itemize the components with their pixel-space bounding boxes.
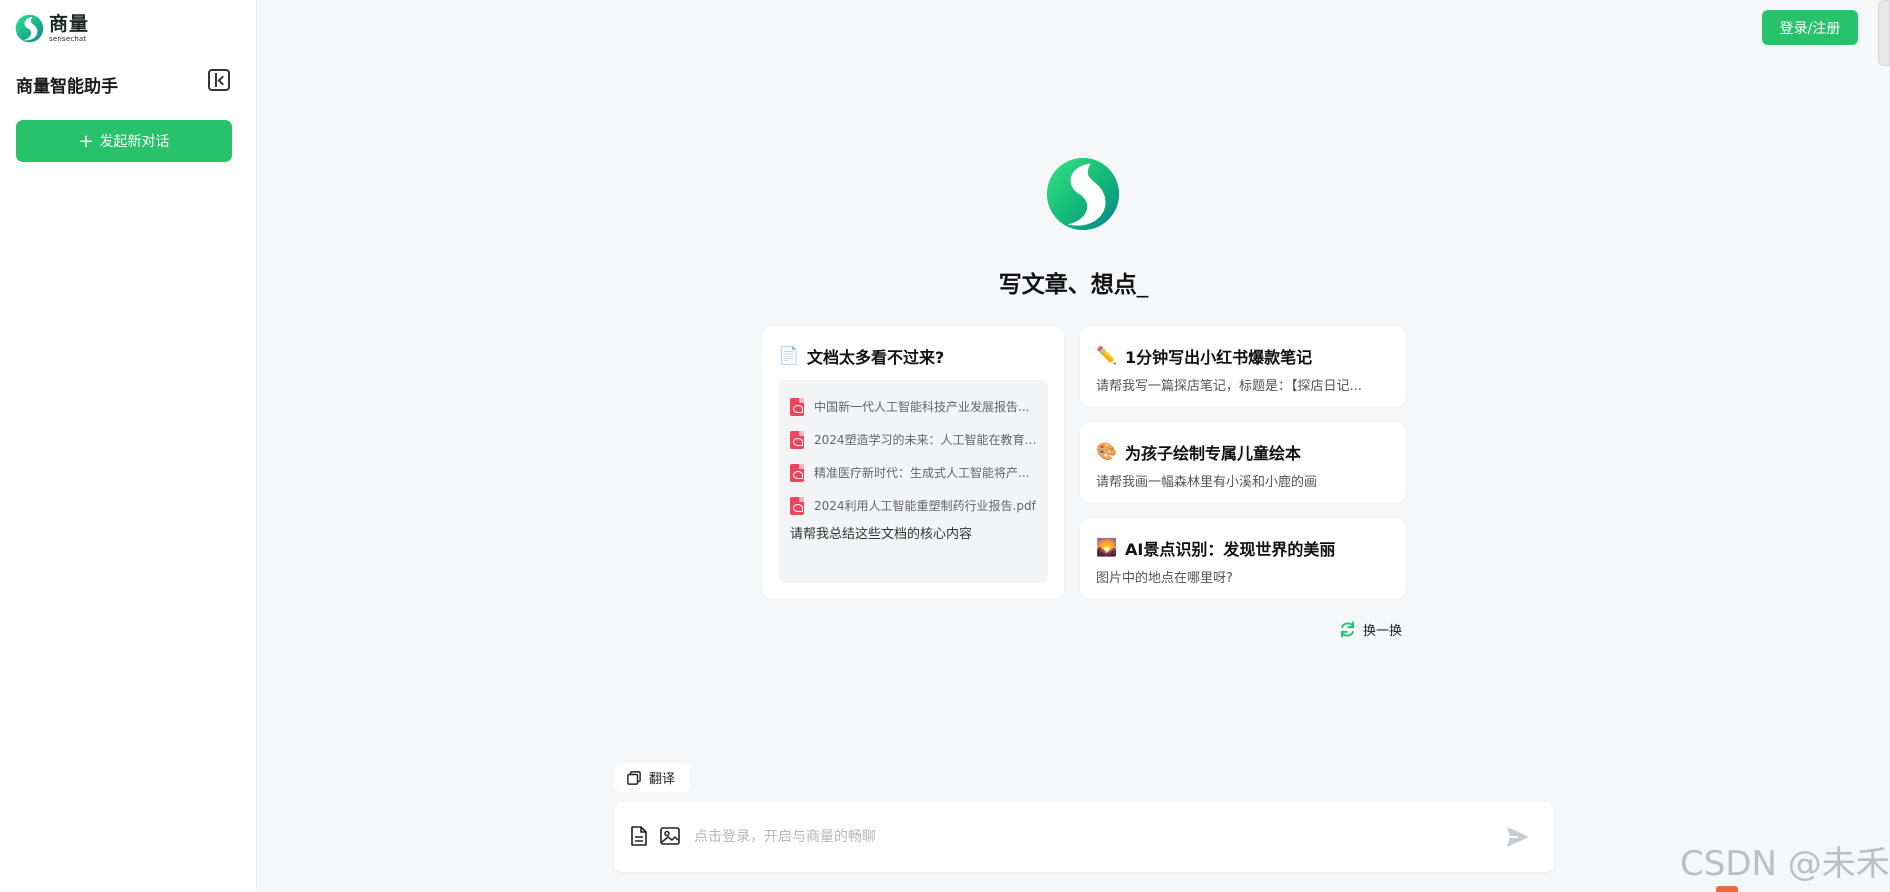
sidebar-title: 商量智能助手 <box>16 77 118 97</box>
translate-label: 翻译 <box>649 772 676 787</box>
doc-file-name: 中国新一代人工智能科技产业发展报告... <box>814 400 1030 414</box>
card-title-text: 1分钟写出小红书爆款笔记 <box>1125 348 1313 367</box>
typing-caret: _ <box>1136 272 1149 298</box>
document-icon: 📄 <box>778 346 800 366</box>
brand-subtitle: sensechat <box>49 34 87 43</box>
doc-list-box: 中国新一代人工智能科技产业发展报告... 2024塑造学习的未来：人工智能在教育… <box>778 380 1048 583</box>
new-chat-button[interactable]: + 发起新对话 <box>16 120 232 162</box>
chat-input-bar <box>614 802 1554 872</box>
sidebar: 商量 sensechat 商量智能助手 + 发起新对话 <box>0 0 257 892</box>
plus-icon: + <box>78 130 94 152</box>
refresh-suggestions-button[interactable]: 换一换 <box>1338 620 1402 639</box>
chat-input[interactable] <box>694 822 1494 852</box>
card-description: 图片中的地点在哪里呀? <box>1096 571 1233 586</box>
hero-title: 写文章、想点_ <box>0 265 1890 299</box>
collapse-sidebar-icon[interactable] <box>208 69 230 91</box>
docs-card-title: 文档太多看不过来? <box>807 348 945 367</box>
pdf-file-icon <box>790 463 804 482</box>
doc-item[interactable]: 2024利用人工智能重塑制药行业报告.pdf <box>790 489 1040 522</box>
palette-icon: 🎨 <box>1096 442 1118 462</box>
sensechat-hero-logo-icon <box>1046 157 1120 231</box>
card-title-text: 为孩子绘制专属儿童绘本 <box>1125 444 1302 463</box>
doc-list: 中国新一代人工智能科技产业发展报告... 2024塑造学习的未来：人工智能在教育… <box>790 390 1040 522</box>
pencil-icon: ✏️ <box>1096 346 1118 366</box>
sensechat-logo-icon <box>15 14 44 43</box>
translate-icon <box>627 770 641 785</box>
hero-title-text: 写文章、想点 <box>998 272 1137 298</box>
card-title: 🌄 AI景点识别：发现世界的美丽 <box>1096 536 1335 560</box>
doc-item[interactable]: 中国新一代人工智能科技产业发展报告... <box>790 390 1040 423</box>
card-title: 🎨 为孩子绘制专属儿童绘本 <box>1096 440 1301 464</box>
doc-item[interactable]: 精准医疗新时代：生成式人工智能将产... <box>790 456 1040 489</box>
docs-prompt-text: 请帮我总结这些文档的核心内容 <box>790 527 973 542</box>
new-chat-label: 发起新对话 <box>99 134 170 150</box>
doc-file-name: 精准医疗新时代：生成式人工智能将产... <box>814 466 1030 480</box>
doc-item[interactable]: 2024塑造学习的未来：人工智能在教育4... <box>790 423 1040 456</box>
docs-suggestion-card[interactable]: 📄 文档太多看不过来? 中国新一代人工智能科技产业发展报告... 2024塑造学… <box>762 327 1064 599</box>
card-title: 📄 文档太多看不过来? <box>778 344 944 368</box>
pdf-file-icon <box>790 496 804 515</box>
brand-name: 商量 <box>49 12 90 35</box>
upload-image-icon[interactable] <box>660 827 680 845</box>
card-title: ✏️ 1分钟写出小红书爆款笔记 <box>1096 344 1312 368</box>
suggestion-card-xiaohongshu[interactable]: ✏️ 1分钟写出小红书爆款笔记 请帮我写一篇探店笔记，标题是：【探店日记... <box>1080 327 1406 407</box>
pdf-file-icon <box>790 397 804 416</box>
card-description: 请帮我写一篇探店笔记，标题是：【探店日记... <box>1096 379 1362 394</box>
refresh-icon <box>1341 621 1354 638</box>
landscape-icon: 🌄 <box>1096 538 1118 558</box>
watermark: CSDN @未禾 <box>1680 844 1890 884</box>
refresh-label: 换一换 <box>1363 624 1403 639</box>
edge-side-widget[interactable] <box>1878 0 1890 66</box>
suggestion-card-landmark[interactable]: 🌄 AI景点识别：发现世界的美丽 图片中的地点在哪里呀? <box>1080 519 1406 599</box>
send-icon[interactable] <box>1506 826 1530 848</box>
suggestion-card-picture-book[interactable]: 🎨 为孩子绘制专属儿童绘本 请帮我画一幅森林里有小溪和小鹿的画 <box>1080 423 1406 503</box>
pdf-file-icon <box>790 430 804 449</box>
login-register-button[interactable]: 登录/注册 <box>1762 10 1858 45</box>
doc-file-name: 2024塑造学习的未来：人工智能在教育4... <box>814 433 1040 447</box>
card-title-text: AI景点识别：发现世界的美丽 <box>1125 540 1336 559</box>
brand[interactable]: 商量 sensechat <box>15 14 89 43</box>
card-description: 请帮我画一幅森林里有小溪和小鹿的画 <box>1096 475 1318 490</box>
app-root: 商量 sensechat 商量智能助手 + 发起新对话 登录/注册 写文章、想点… <box>0 0 1890 892</box>
doc-file-name: 2024利用人工智能重塑制药行业报告.pdf <box>814 499 1036 513</box>
corner-decoration <box>1716 886 1738 892</box>
translate-tool-button[interactable]: 翻译 <box>615 763 690 792</box>
upload-file-icon[interactable] <box>630 826 648 846</box>
